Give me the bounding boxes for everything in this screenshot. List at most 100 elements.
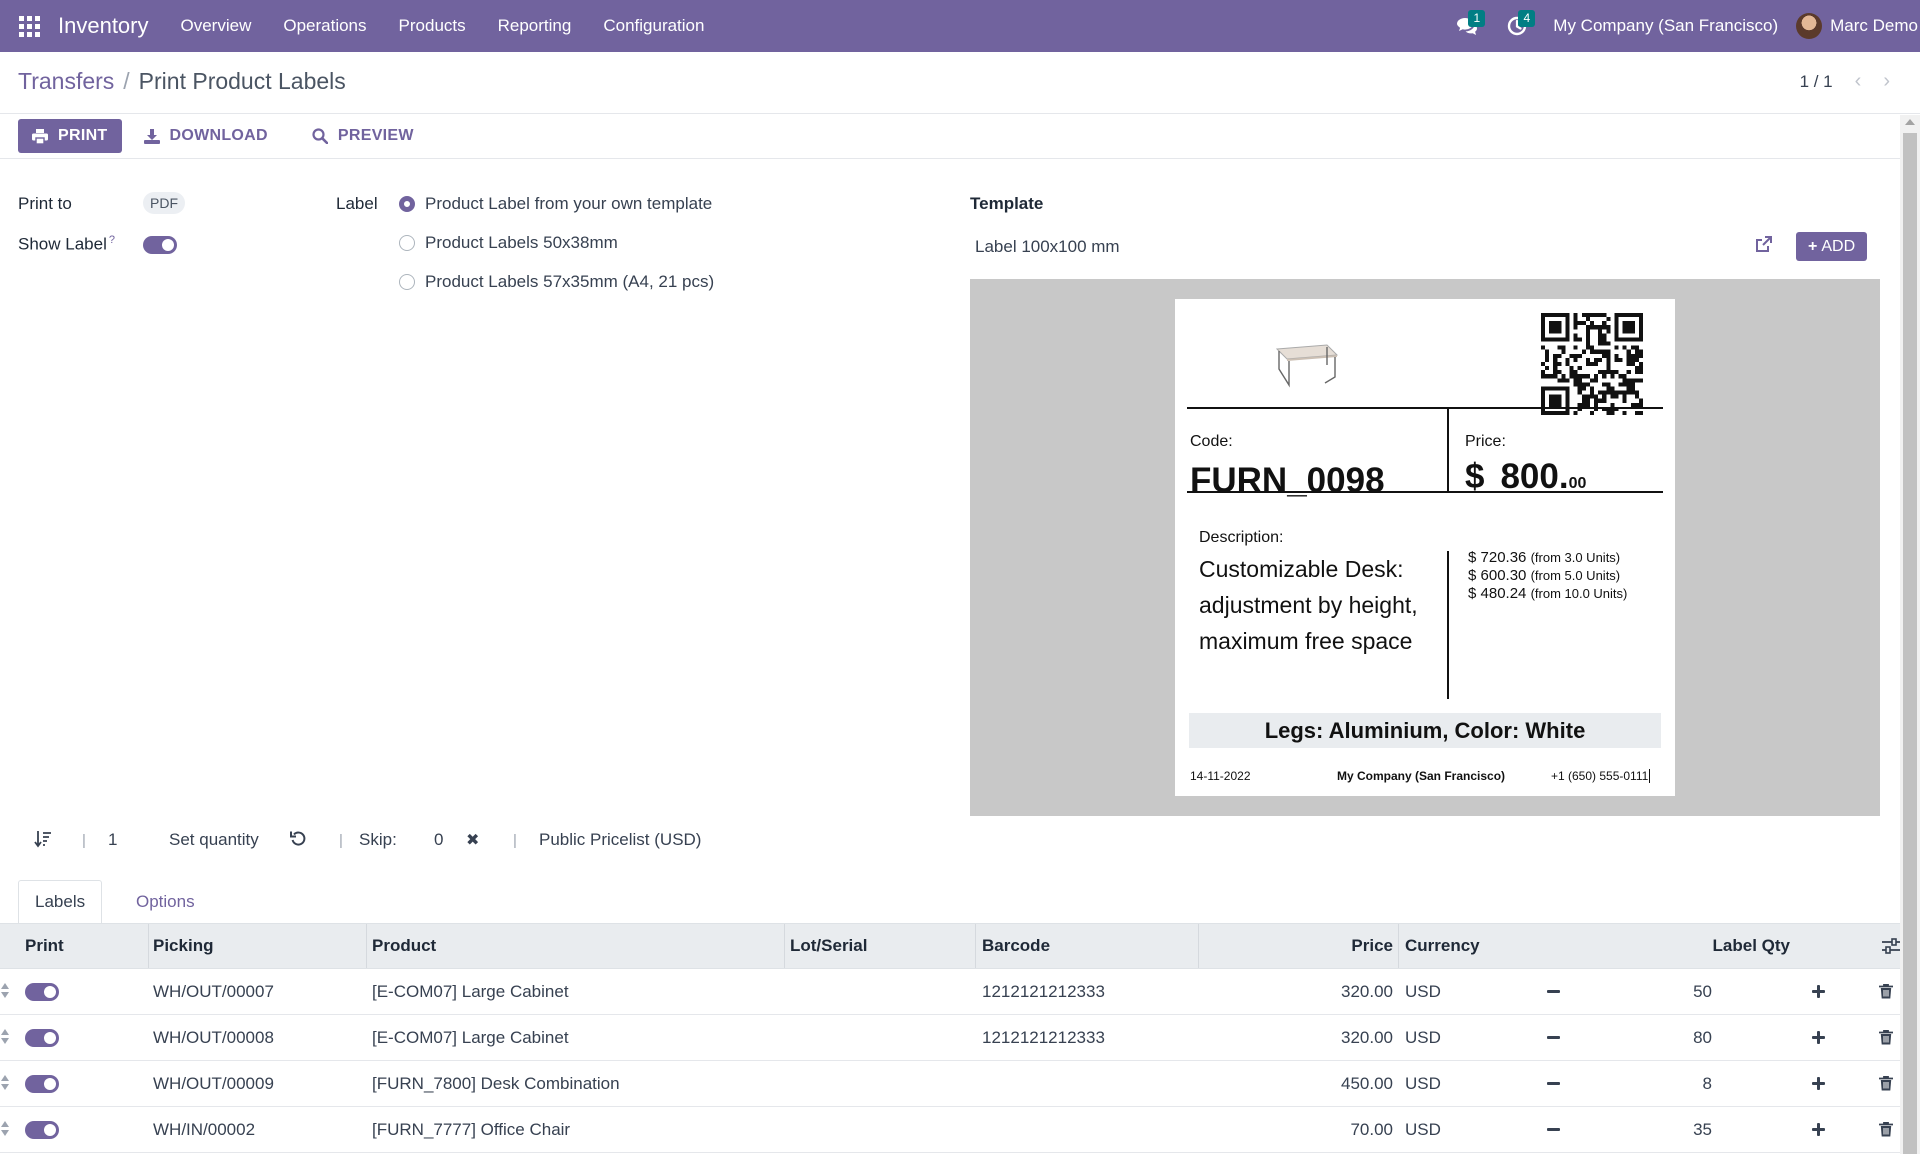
table-row[interactable]: WH/OUT/00007 [E-COM07] Large Cabinet 121… bbox=[0, 969, 1900, 1015]
optional-columns-toggle[interactable] bbox=[1882, 924, 1900, 968]
preview-button[interactable]: PREVIEW bbox=[290, 119, 436, 153]
decrease-qty-button[interactable] bbox=[1547, 969, 1560, 1014]
app-name[interactable]: Inventory bbox=[58, 13, 149, 39]
set-quantity-button[interactable]: Set quantity bbox=[169, 830, 259, 850]
activities-button[interactable]: 4 bbox=[1497, 0, 1537, 52]
column-separator[interactable] bbox=[1198, 924, 1199, 968]
column-barcode[interactable]: Barcode bbox=[982, 924, 1050, 968]
price-cell[interactable]: 320.00 bbox=[1341, 969, 1393, 1014]
messages-count-badge: 1 bbox=[1468, 10, 1486, 27]
increase-qty-button[interactable] bbox=[1812, 1107, 1825, 1152]
price-cell[interactable]: 320.00 bbox=[1341, 1015, 1393, 1060]
currency-cell[interactable]: USD bbox=[1405, 969, 1441, 1014]
quantity-input[interactable]: 1 bbox=[108, 830, 117, 850]
product-cell[interactable]: [FURN_7800] Desk Combination bbox=[372, 1061, 620, 1106]
sort-button[interactable] bbox=[34, 830, 52, 848]
column-print[interactable]: Print bbox=[25, 924, 64, 968]
column-separator[interactable] bbox=[1398, 924, 1399, 968]
print-button[interactable]: PRINT bbox=[18, 119, 122, 153]
user-menu[interactable]: Marc Demo bbox=[1796, 13, 1920, 39]
column-picking[interactable]: Picking bbox=[153, 924, 213, 968]
column-separator[interactable] bbox=[148, 924, 149, 968]
download-button[interactable]: DOWNLOAD bbox=[122, 119, 290, 153]
column-currency[interactable]: Currency bbox=[1405, 924, 1480, 968]
label-qty-cell[interactable]: 50 bbox=[1693, 969, 1712, 1014]
radio-unselected[interactable] bbox=[399, 235, 415, 251]
column-product[interactable]: Product bbox=[372, 924, 436, 968]
column-price[interactable]: Price bbox=[1351, 924, 1393, 968]
table-row[interactable]: WH/OUT/00009 [FURN_7800] Desk Combinatio… bbox=[0, 1061, 1900, 1107]
pager-next-icon[interactable]: › bbox=[1883, 70, 1890, 93]
currency-cell[interactable]: USD bbox=[1405, 1061, 1441, 1106]
currency-cell[interactable]: USD bbox=[1405, 1015, 1441, 1060]
print-to-value[interactable]: PDF bbox=[143, 192, 185, 214]
decrease-qty-button[interactable] bbox=[1547, 1107, 1560, 1152]
company-switcher[interactable]: My Company (San Francisco) bbox=[1553, 16, 1778, 36]
decrease-qty-button[interactable] bbox=[1547, 1015, 1560, 1060]
messages-button[interactable]: 1 bbox=[1447, 0, 1487, 52]
price-cell[interactable]: 450.00 bbox=[1341, 1061, 1393, 1106]
radio-unselected[interactable] bbox=[399, 274, 415, 290]
pager-prev-icon[interactable]: ‹ bbox=[1855, 70, 1862, 93]
table-row[interactable]: WH/OUT/00008 [E-COM07] Large Cabinet 121… bbox=[0, 1015, 1900, 1061]
delete-row-button[interactable] bbox=[1879, 1015, 1893, 1060]
currency-cell[interactable]: USD bbox=[1405, 1107, 1441, 1152]
help-tooltip-icon[interactable]: ? bbox=[109, 234, 115, 246]
label-option-own-template[interactable]: Product Label from your own template bbox=[399, 194, 712, 214]
column-separator[interactable] bbox=[784, 924, 785, 968]
label-qty-cell[interactable]: 35 bbox=[1693, 1107, 1712, 1152]
picking-cell[interactable]: WH/IN/00002 bbox=[153, 1107, 255, 1152]
picking-cell[interactable]: WH/OUT/00007 bbox=[153, 969, 274, 1014]
decrease-qty-button[interactable] bbox=[1547, 1061, 1560, 1106]
scroll-up-arrow-icon[interactable] bbox=[1905, 119, 1915, 125]
external-link-icon[interactable] bbox=[1755, 235, 1773, 258]
template-select[interactable]: Label 100x100 mm bbox=[975, 237, 1120, 257]
price-cell[interactable]: 70.00 bbox=[1350, 1107, 1393, 1152]
scrollbar-thumb[interactable] bbox=[1903, 133, 1917, 1154]
add-template-button[interactable]: + ADD bbox=[1796, 232, 1868, 261]
column-label-qty[interactable]: Label Qty bbox=[1713, 924, 1790, 968]
increase-qty-button[interactable] bbox=[1812, 1061, 1825, 1106]
barcode-cell[interactable]: 1212121212333 bbox=[982, 1015, 1105, 1060]
reset-quantity-button[interactable] bbox=[290, 830, 307, 847]
barcode-cell[interactable]: 1212121212333 bbox=[982, 969, 1105, 1014]
menu-products[interactable]: Products bbox=[383, 0, 482, 52]
print-toggle[interactable] bbox=[25, 969, 59, 1014]
print-toggle[interactable] bbox=[25, 1107, 59, 1152]
show-label-toggle[interactable] bbox=[143, 236, 177, 259]
product-cell[interactable]: [FURN_7777] Office Chair bbox=[372, 1107, 570, 1152]
menu-overview[interactable]: Overview bbox=[165, 0, 268, 52]
skip-input[interactable]: 0 bbox=[434, 830, 443, 850]
menu-configuration[interactable]: Configuration bbox=[587, 0, 720, 52]
column-separator[interactable] bbox=[975, 924, 976, 968]
label-qty-cell[interactable]: 8 bbox=[1703, 1061, 1712, 1106]
column-separator[interactable] bbox=[366, 924, 367, 968]
tab-labels[interactable]: Labels bbox=[18, 880, 103, 924]
increase-qty-button[interactable] bbox=[1812, 1015, 1825, 1060]
menu-operations[interactable]: Operations bbox=[267, 0, 382, 52]
close-icon[interactable]: ✖ bbox=[466, 830, 479, 850]
apps-menu-button[interactable] bbox=[0, 0, 58, 52]
print-toggle[interactable] bbox=[25, 1015, 59, 1060]
delete-row-button[interactable] bbox=[1879, 1107, 1893, 1152]
tab-options[interactable]: Options bbox=[120, 880, 211, 924]
print-toggle[interactable] bbox=[25, 1061, 59, 1106]
radio-selected[interactable] bbox=[399, 196, 415, 212]
column-lot-serial[interactable]: Lot/Serial bbox=[790, 924, 867, 968]
delete-row-button[interactable] bbox=[1879, 969, 1893, 1014]
breadcrumb-transfers[interactable]: Transfers bbox=[18, 68, 114, 95]
vertical-scrollbar[interactable] bbox=[1900, 115, 1920, 1154]
pager-value[interactable]: 1 / 1 bbox=[1800, 72, 1833, 92]
menu-reporting[interactable]: Reporting bbox=[482, 0, 588, 52]
pricelist-select[interactable]: Public Pricelist (USD) bbox=[539, 830, 701, 850]
label-option-57x35[interactable]: Product Labels 57x35mm (A4, 21 pcs) bbox=[399, 272, 714, 292]
label-qty-cell[interactable]: 80 bbox=[1693, 1015, 1712, 1060]
increase-qty-button[interactable] bbox=[1812, 969, 1825, 1014]
label-option-50x38[interactable]: Product Labels 50x38mm bbox=[399, 233, 618, 253]
delete-row-button[interactable] bbox=[1879, 1061, 1893, 1106]
picking-cell[interactable]: WH/OUT/00008 bbox=[153, 1015, 274, 1060]
product-cell[interactable]: [E-COM07] Large Cabinet bbox=[372, 969, 569, 1014]
picking-cell[interactable]: WH/OUT/00009 bbox=[153, 1061, 274, 1106]
product-cell[interactable]: [E-COM07] Large Cabinet bbox=[372, 1015, 569, 1060]
table-row[interactable]: WH/IN/00002 [FURN_7777] Office Chair 70.… bbox=[0, 1107, 1900, 1153]
